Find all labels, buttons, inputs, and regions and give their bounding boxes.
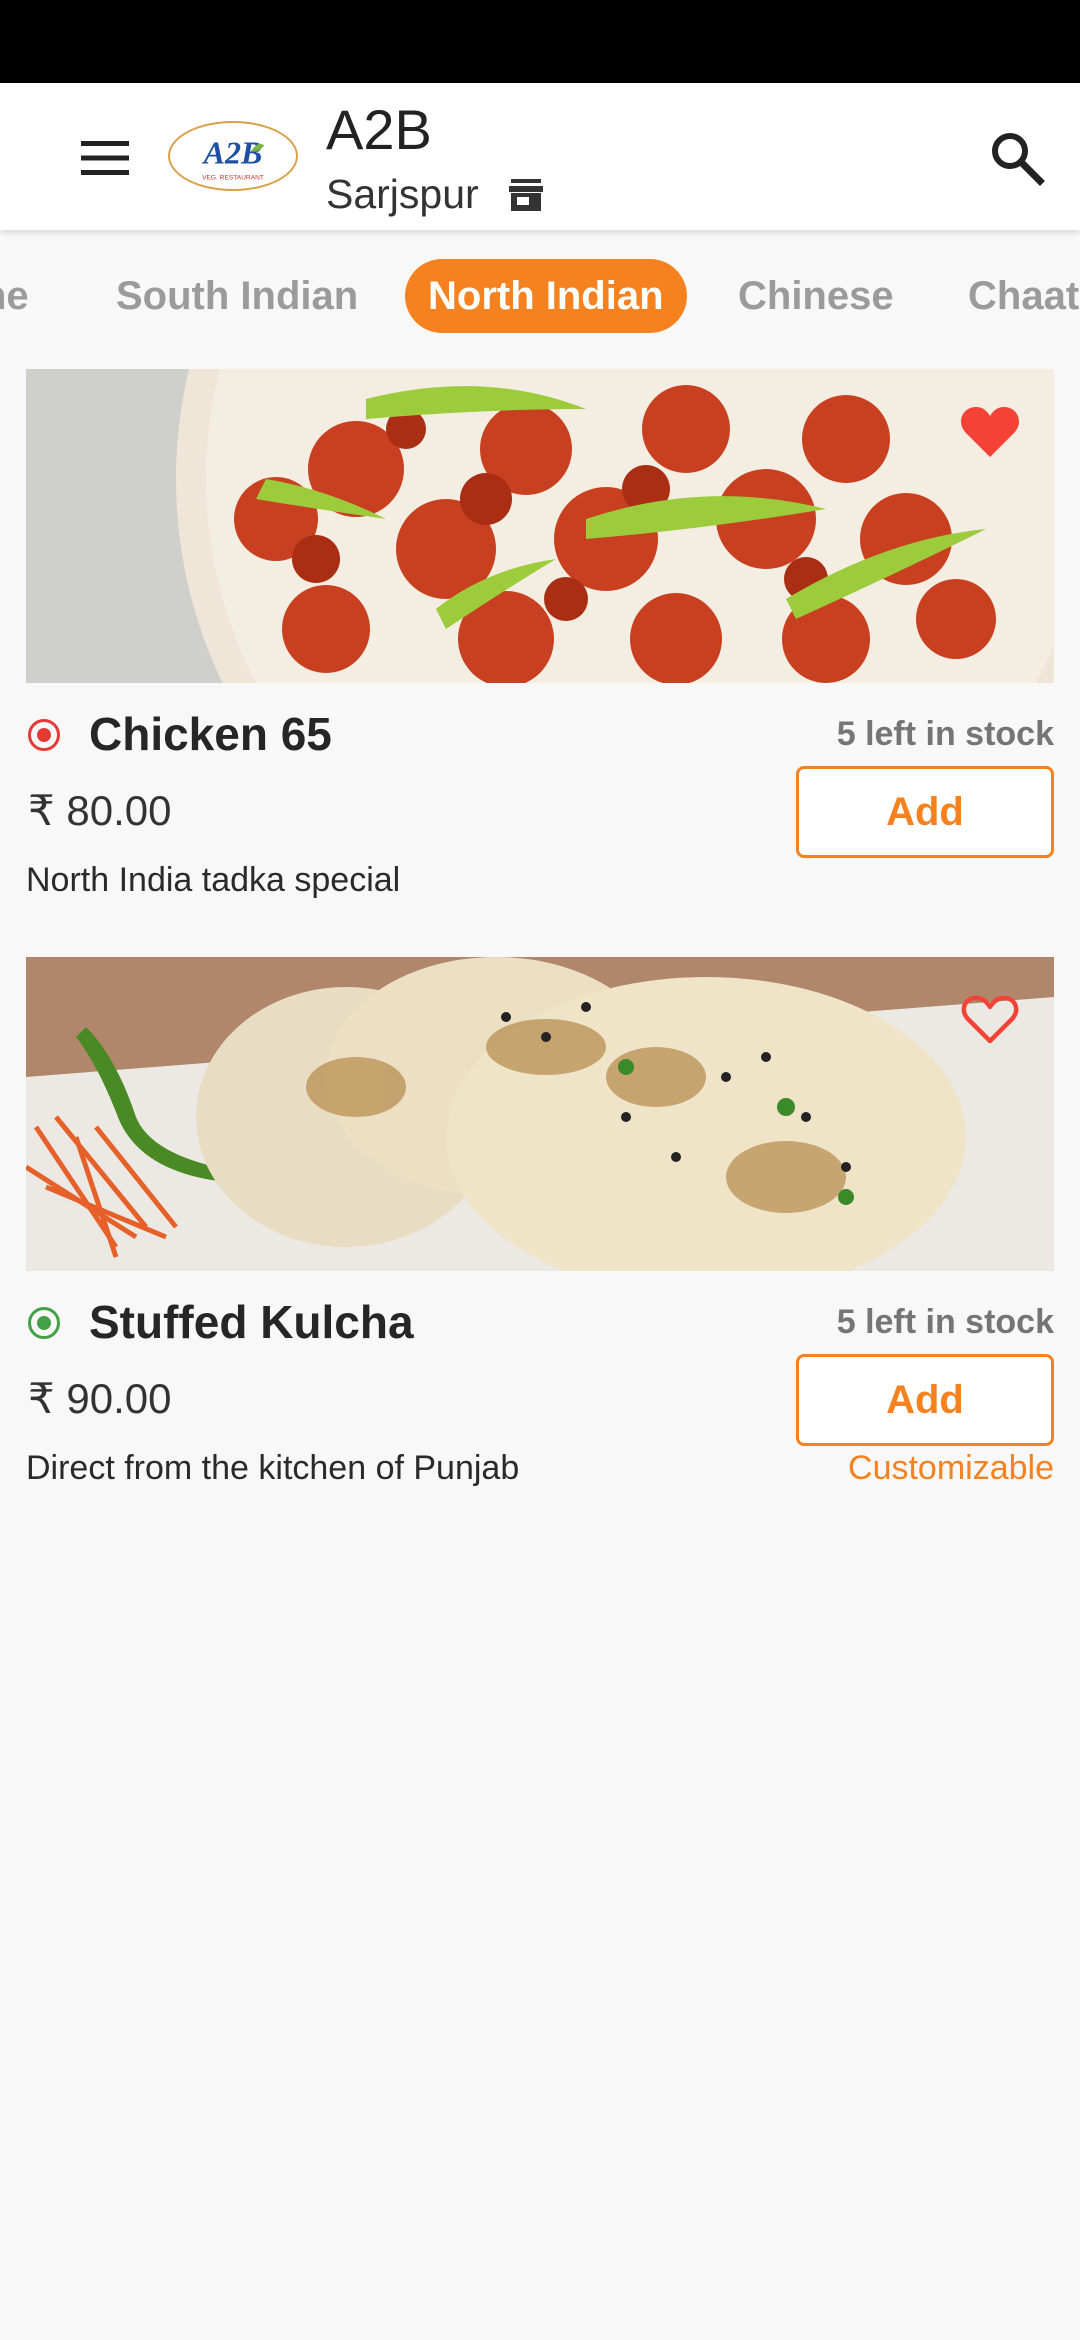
heart-filled-icon bbox=[961, 407, 1019, 457]
heart-outline-icon bbox=[961, 995, 1019, 1044]
svg-text:A2B: A2B bbox=[202, 135, 263, 171]
item-description: Direct from the kitchen of Punjab bbox=[26, 1449, 520, 1487]
item-image[interactable] bbox=[26, 369, 1054, 683]
category-tabs: ne South Indian North Indian Chinese Cha… bbox=[0, 230, 1080, 355]
menu-item: Stuffed Kulcha 5 left in stock Add ₹ 90.… bbox=[26, 957, 1054, 1487]
tab-partial[interactable]: ne bbox=[0, 259, 29, 333]
nonveg-indicator-icon bbox=[28, 719, 60, 751]
store-icon bbox=[508, 178, 543, 211]
item-image[interactable] bbox=[26, 957, 1054, 1271]
restaurant-logo: A2B VEG. RESTAURANT bbox=[168, 121, 298, 191]
search-icon bbox=[992, 133, 1045, 186]
hamburger-menu-icon bbox=[81, 141, 129, 175]
add-button[interactable]: Add bbox=[796, 766, 1054, 858]
item-price: ₹ 80.00 bbox=[28, 787, 172, 834]
tab-chinese[interactable]: Chinese bbox=[738, 259, 894, 333]
menu-item: Chicken 65 5 left in stock Add ₹ 80.00 N… bbox=[26, 369, 1054, 899]
svg-text:VEG. RESTAURANT: VEG. RESTAURANT bbox=[202, 175, 264, 182]
favorite-button[interactable] bbox=[960, 403, 1020, 459]
favorite-button[interactable] bbox=[960, 991, 1020, 1047]
add-button[interactable]: Add bbox=[796, 1354, 1054, 1446]
veg-indicator-icon bbox=[28, 1307, 60, 1339]
item-name: Chicken 65 bbox=[89, 708, 332, 760]
app-bar: A2B VEG. RESTAURANT A2B Sarjspur bbox=[0, 83, 1080, 230]
stock-label: 5 left in stock bbox=[836, 715, 1054, 753]
status-bar bbox=[0, 0, 1080, 83]
item-description: North India tadka special bbox=[26, 861, 401, 899]
item-price: ₹ 90.00 bbox=[28, 1375, 172, 1422]
item-name: Stuffed Kulcha bbox=[89, 1296, 414, 1348]
stock-label: 5 left in stock bbox=[836, 1303, 1054, 1341]
customizable-label[interactable]: Customizable bbox=[848, 1449, 1054, 1488]
store-location[interactable]: Sarjspur bbox=[326, 171, 543, 218]
menu-button[interactable] bbox=[66, 123, 144, 193]
tab-south-indian[interactable]: South Indian bbox=[116, 259, 358, 333]
tab-chaat[interactable]: Chaat bbox=[968, 259, 1079, 333]
search-button[interactable] bbox=[986, 127, 1046, 187]
store-title: A2B bbox=[326, 98, 432, 161]
store-location-label: Sarjspur bbox=[326, 171, 479, 217]
tab-north-indian[interactable]: North Indian bbox=[405, 259, 687, 333]
